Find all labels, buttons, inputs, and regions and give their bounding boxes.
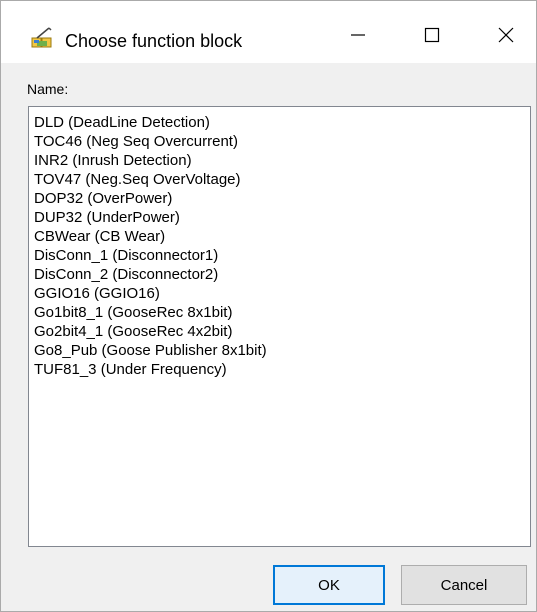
list-item[interactable]: Go2bit4_1 (GooseRec 4x2bit) (34, 322, 530, 341)
list-item[interactable]: TOC46 (Neg Seq Overcurrent) (34, 132, 530, 151)
function-block-listbox[interactable]: DLD (DeadLine Detection) TOC46 (Neg Seq … (28, 106, 531, 547)
list-item[interactable]: Go1bit8_1 (GooseRec 8x1bit) (34, 303, 530, 322)
list-item[interactable]: DOP32 (OverPower) (34, 189, 530, 208)
list-item[interactable]: DLD (DeadLine Detection) (34, 113, 530, 132)
maximize-button[interactable] (403, 11, 461, 63)
maximize-icon (424, 27, 440, 48)
name-label: Name: (27, 81, 69, 97)
dialog-window: Choose function block Name: DLD (DeadLin… (0, 0, 537, 612)
list-item[interactable]: TUF81_3 (Under Frequency) (34, 360, 530, 379)
title-bar[interactable]: Choose function block (1, 1, 536, 63)
list-item[interactable]: INR2 (Inrush Detection) (34, 151, 530, 170)
function-block-app-icon (31, 27, 53, 49)
list-item[interactable]: GGIO16 (GGIO16) (34, 284, 530, 303)
list-item[interactable]: DisConn_1 (Disconnector1) (34, 246, 530, 265)
list-item[interactable]: Go8_Pub (Goose Publisher 8x1bit) (34, 341, 530, 360)
window-title: Choose function block (65, 31, 243, 51)
cancel-button[interactable]: Cancel (401, 565, 527, 605)
list-item[interactable]: CBWear (CB Wear) (34, 227, 530, 246)
close-button[interactable] (477, 11, 535, 63)
ok-button[interactable]: OK (273, 565, 385, 605)
minimize-icon (350, 27, 366, 48)
list-item[interactable]: DisConn_2 (Disconnector2) (34, 265, 530, 284)
list-item[interactable]: TOV47 (Neg.Seq OverVoltage) (34, 170, 530, 189)
minimize-button[interactable] (329, 11, 387, 63)
list-item[interactable]: DUP32 (UnderPower) (34, 208, 530, 227)
close-icon (498, 27, 514, 48)
